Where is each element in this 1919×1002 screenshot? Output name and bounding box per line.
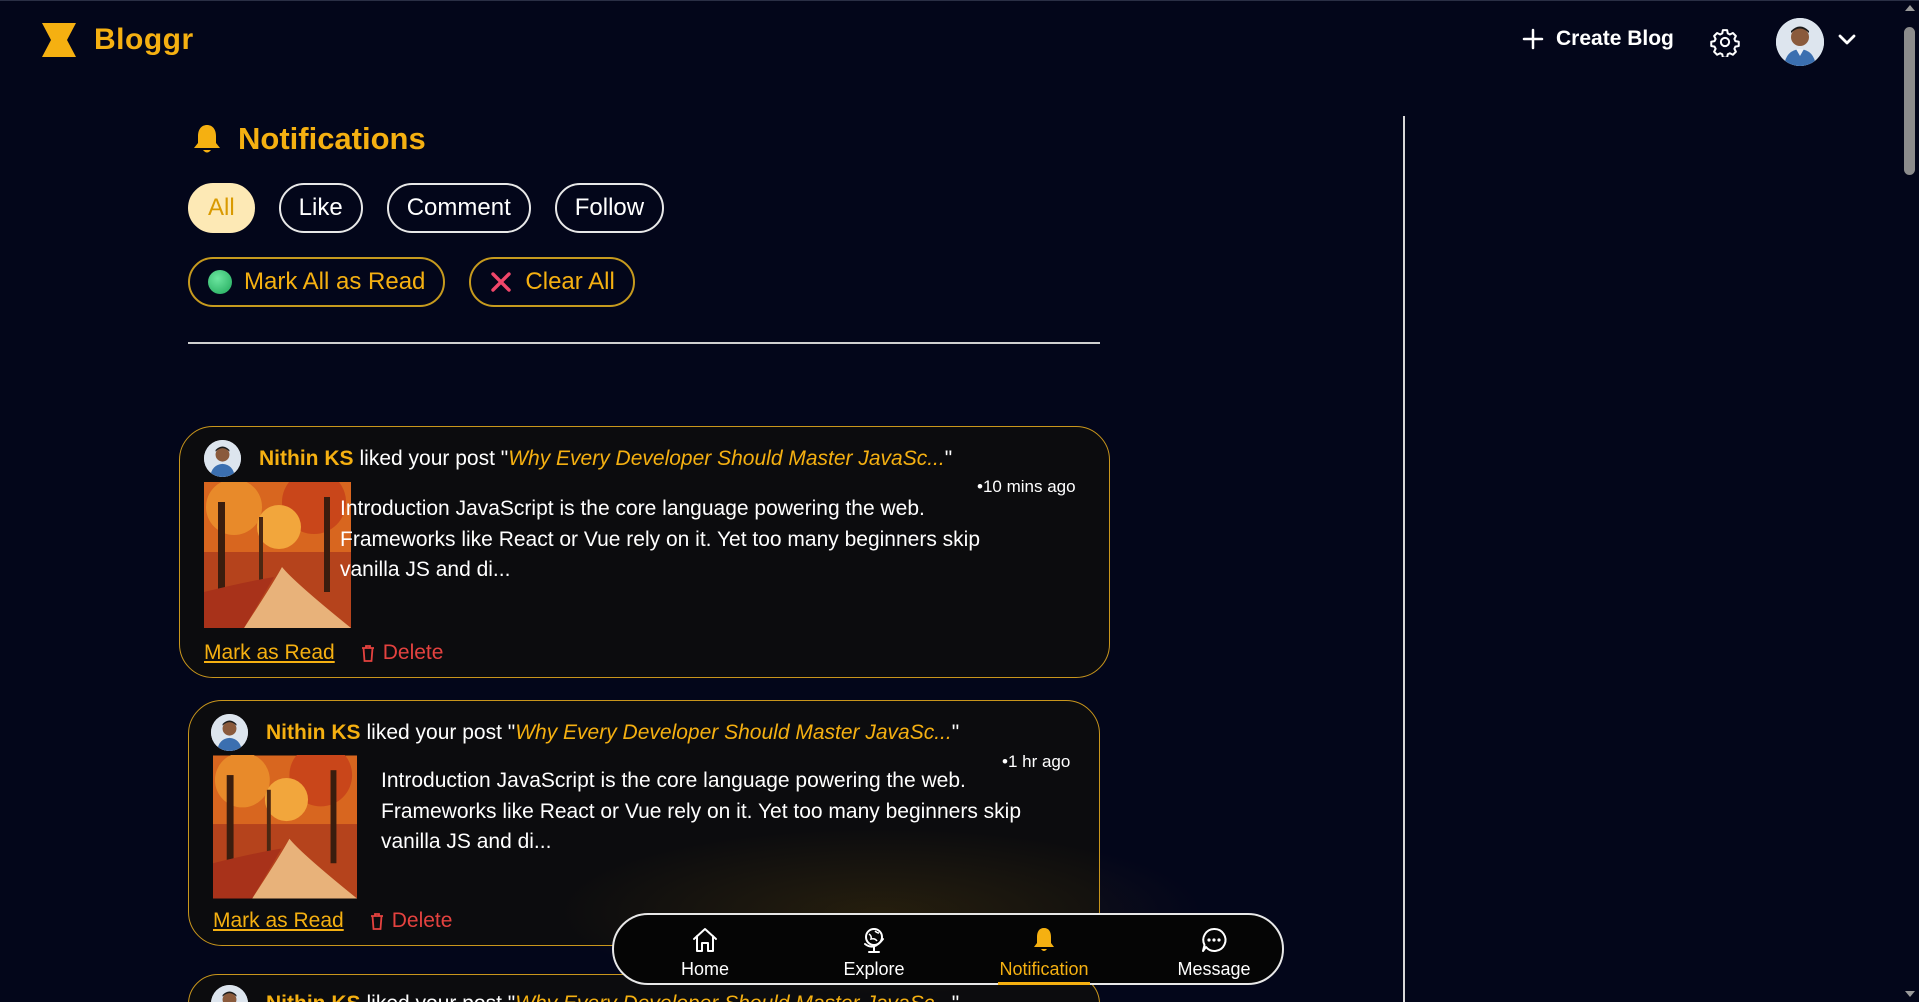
page-title: Notifications [238,121,426,156]
notification-post-title[interactable]: Why Every Developer Should Master JavaSc… [515,992,952,1002]
scroll-up-arrow[interactable] [1905,5,1915,11]
clear-all-label: Clear All [525,268,615,295]
filter-comment[interactable]: Comment [386,183,531,233]
trash-icon [361,644,374,662]
create-blog-button[interactable]: Create Blog [1522,27,1674,51]
notification-action: liked your post " [359,446,509,470]
hourglass-logo-icon [42,23,76,57]
section-divider [188,342,1100,344]
notification-action: liked your post " [366,720,516,744]
autumn-forest-image [213,755,357,899]
chevron-down-icon[interactable] [1838,33,1856,47]
filter-like[interactable]: Like [278,183,363,233]
filter-follow[interactable]: Follow [554,183,665,233]
notification-card[interactable]: Nithin KS liked your post " Why Every De… [188,700,1100,946]
chat-icon [1202,927,1227,952]
bell-icon [194,125,220,153]
notification-user[interactable]: Nithin KS [259,447,354,471]
scroll-thumb[interactable] [1904,27,1915,175]
notification-line: Nithin KS liked your post " Why Every De… [211,714,959,751]
filter-tabs: All Like Comment Follow [188,183,665,233]
page: Bloggr Create Blog Notifications All Lik… [0,0,1919,1002]
nav-explore-label: Explore [843,959,905,979]
sidebar-divider [1403,116,1405,1002]
autumn-forest-image [204,482,351,628]
avatar[interactable] [211,714,248,751]
notification-line: Nithin KS liked your post " Why Every De… [204,440,952,477]
nav-message[interactable]: Message [1159,925,1269,980]
notification-excerpt: Introduction JavaScript is the core lang… [340,497,981,581]
gear-icon[interactable] [1710,27,1740,57]
avatar-image [211,985,248,1002]
avatar[interactable] [1776,18,1824,66]
delete-button[interactable]: Delete [370,909,453,933]
mark-as-read-link[interactable]: Mark as Read [213,909,344,933]
notification-excerpt: Introduction JavaScript is the core lang… [381,769,1022,853]
nav-notification-label: Notification [999,959,1089,979]
nav-explore[interactable]: Explore [819,925,929,980]
x-icon [491,272,512,292]
green-dot-icon [208,270,232,294]
nav-message-label: Message [1177,959,1251,979]
trash-icon [370,912,383,930]
notifications-header: Notifications [190,121,426,157]
notification-post-title[interactable]: Why Every Developer Should Master JavaSc… [508,447,945,471]
brand-name: Bloggr [94,23,194,56]
delete-label: Delete [391,909,453,932]
home-icon [693,928,717,952]
avatar-image [1776,18,1824,66]
scroll-down-arrow[interactable] [1905,991,1915,997]
bell-icon [1034,928,1054,951]
notification-card[interactable]: Nithin KS liked your post " Why Every De… [179,426,1110,678]
nav-home[interactable]: Home [650,925,760,980]
delete-label: Delete [382,641,444,664]
active-tab-indicator [998,982,1090,985]
plus-icon [1522,28,1544,50]
avatar-image [204,440,241,477]
mark-as-read-link[interactable]: Mark as Read [204,641,335,665]
avatar-image [211,714,248,751]
clear-all-button[interactable]: Clear All [469,257,635,307]
avatar[interactable] [204,440,241,477]
avatar[interactable] [211,985,248,1002]
nav-home-label: Home [680,959,729,979]
mark-all-read-label: Mark All as Read [244,268,426,295]
notification-quote: " [951,720,960,744]
mark-all-read-button[interactable]: Mark All as Read [188,257,446,307]
card-actions: Mark as Read Delete [213,909,452,933]
notification-user[interactable]: Nithin KS [266,992,361,1002]
notification-quote: " [952,992,959,1002]
notification-post-title[interactable]: Why Every Developer Should Master JavaSc… [515,721,952,745]
globe-icon [864,928,884,953]
top-bar: Bloggr Create Blog [0,1,1900,86]
scrollbar[interactable] [1900,1,1919,1002]
notification-user[interactable]: Nithin KS [266,721,361,745]
nav-notification[interactable]: Notification [989,925,1099,985]
delete-button[interactable]: Delete [361,641,444,665]
card-actions: Mark as Read Delete [204,641,443,665]
notification-action: liked your post " [367,992,516,1002]
create-blog-label: Create Blog [1556,27,1674,50]
notification-quote: " [944,446,953,470]
bulk-actions: Mark All as Read Clear All [188,257,635,307]
notification-line: Nithin KS liked your post " Why Every De… [211,985,959,1002]
brand-logo[interactable]: Bloggr [40,21,194,59]
filter-all[interactable]: All [188,183,255,233]
post-thumbnail[interactable] [213,755,357,899]
bottom-nav: Home Explore Notification Message [612,913,1284,985]
post-thumbnail[interactable] [204,482,351,628]
